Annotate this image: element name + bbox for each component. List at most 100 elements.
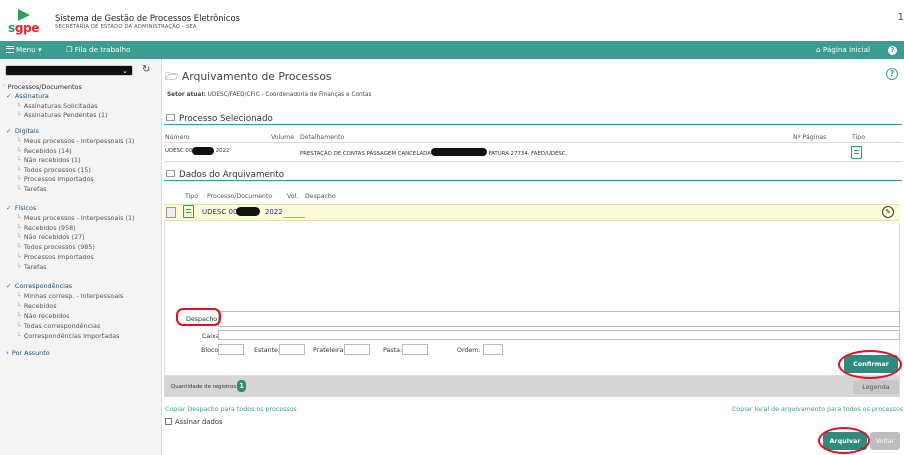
legenda-button[interactable]: Legenda xyxy=(853,380,899,394)
quantidade-badge: 1 xyxy=(237,380,246,392)
highlight-ring-confirmar xyxy=(838,350,902,379)
logo-arrow-icon xyxy=(18,9,30,21)
queue-label: Fila de trabalho xyxy=(74,45,131,54)
sidebar-item-digitais-todos[interactable]: └ Todos processos (15) xyxy=(17,166,91,174)
col-despacho: Despacho xyxy=(305,193,336,200)
logo-gpe: gpe xyxy=(14,21,40,35)
prateleira-label: Prateleira: xyxy=(313,347,346,354)
sidebar-item-fisicos-recebidos[interactable]: └ Recebidos (958) xyxy=(17,224,76,232)
chevron-expanded-icon: ✓ xyxy=(6,204,12,212)
sidebar-item-digitais-meus[interactable]: └ Meus processos - Interpessoais (1) xyxy=(17,137,135,145)
chevron-expanded-icon: ✓ xyxy=(6,282,12,290)
home-label: Página inicial xyxy=(822,45,870,54)
col-detalhamento: Detalhamento xyxy=(300,134,345,141)
chevron-expanded-icon: ✓ xyxy=(6,92,12,100)
sidebar-item-fisicos-importados[interactable]: └ Processos importados xyxy=(17,253,94,261)
prateleira-input[interactable] xyxy=(344,344,370,355)
fila-de-trabalho-link[interactable]: ❐ Fila de trabalho xyxy=(66,45,130,54)
top-navbar: Menu ▾ ❐ Fila de trabalho ⌂ Página inici… xyxy=(0,41,904,59)
sidebar-item-corresp-nao-recebidos[interactable]: └ Não recebidos xyxy=(17,312,70,320)
col-tipo-arq: Tipo xyxy=(185,193,199,200)
navbar-help-button[interactable]: ? xyxy=(888,45,897,55)
assinar-dados-label: Assinar dados xyxy=(175,418,223,426)
sidebar-item-todas-correspondencias[interactable]: └ Todas correspondências xyxy=(17,322,100,330)
sidebar-item-fisicos-meus[interactable]: └ Meus processos - Interpessoais (1) xyxy=(17,214,135,222)
document-type-icon xyxy=(851,146,862,159)
hamburger-icon xyxy=(6,46,14,53)
ordem-input[interactable] xyxy=(483,344,503,355)
chevron-down-icon: ⌄ xyxy=(122,67,128,75)
vol-field[interactable] xyxy=(283,214,305,218)
sidebar-item-corresp-importadas[interactable]: └ Correspondências importadas xyxy=(17,332,119,340)
document-type-icon xyxy=(183,205,194,218)
estante-input[interactable] xyxy=(279,344,305,355)
pagina-inicial-link[interactable]: ⌂ Página inicial xyxy=(816,45,870,54)
question-icon: ? xyxy=(888,46,897,55)
col-processo-documento: Processo/Documento xyxy=(207,193,273,200)
sidebar-root[interactable]: ' Processos/Documentos xyxy=(3,83,82,91)
quantidade-label: Quantidade de registros: xyxy=(171,384,238,390)
sidebar-item-fisicos-todos[interactable]: └ Todos processos (985) xyxy=(17,243,95,251)
sidebar-item-digitais-recebidos[interactable]: └ Recebidos (14) xyxy=(17,147,72,155)
sidebar-item-corresp-recebidos[interactable]: └ Recebidos xyxy=(17,302,57,310)
sidebar-item-fisicos-tarefas[interactable]: └ Tarefas xyxy=(17,263,47,271)
sidebar-item-assinaturas-solicitadas[interactable]: └ Assinaturas Solicitadas xyxy=(17,102,98,110)
page-help-button[interactable]: ? xyxy=(886,68,898,80)
redaction-mark xyxy=(236,207,260,216)
col-vol: Vol. xyxy=(287,193,299,200)
bloco-input[interactable] xyxy=(218,344,244,355)
quantidade-bar xyxy=(164,376,900,397)
copiar-local-link[interactable]: Copiar local de arquivamento para todos … xyxy=(732,406,903,413)
col-paginas: Nº Páginas xyxy=(793,134,827,141)
highlight-ring-despacho xyxy=(176,308,221,326)
sidebar-item-fisicos-nao-recebidos[interactable]: └ Não recebidos (27) xyxy=(17,233,85,241)
col-tipo: Tipo xyxy=(852,134,866,141)
logo-s: s xyxy=(8,21,15,35)
dados-arquivamento-heading: Dados do Arquivamento xyxy=(164,170,902,181)
redaction-mark xyxy=(192,147,214,155)
pasta-label: Pasta: xyxy=(383,347,403,354)
redaction-mark xyxy=(431,148,487,156)
system-name: Sistema de Gestão de Processos Eletrônic… xyxy=(55,13,240,23)
sidebar-item-digitais-nao-recebidos[interactable]: └ Não recebidos (1) xyxy=(17,156,81,164)
chevron-expanded-icon: ✓ xyxy=(6,127,12,135)
setor-label: Setor atual: xyxy=(167,92,206,98)
ordem-label: Ordem: xyxy=(457,347,481,354)
copiar-despacho-link[interactable]: Copiar Despacho para todos os processos xyxy=(165,406,297,413)
caret-down-icon: ▾ xyxy=(38,45,42,54)
setor-atual: Setor atual: UDESC/FAED/CFIC - Coordenad… xyxy=(167,92,372,98)
sidebar-section-digitais[interactable]: ✓ Digitais xyxy=(6,127,39,135)
table-icon xyxy=(166,170,175,177)
sidebar-item-minhas-corresp[interactable]: └ Minhas corresp. - Interpessoais xyxy=(17,292,123,300)
voltar-button[interactable]: Voltar xyxy=(870,432,900,450)
sidebar-section-por-assunto[interactable]: › Por Assunto xyxy=(6,349,50,357)
sgpe-logo[interactable]: sgpe xyxy=(8,9,48,35)
sidebar-section-assinatura[interactable]: ✓ Assinatura xyxy=(6,92,49,100)
menu-button[interactable]: Menu ▾ xyxy=(6,45,42,54)
unit-select[interactable]: ⌄ xyxy=(5,65,133,76)
highlight-ring-arquivar xyxy=(818,427,870,454)
edit-pencil-icon[interactable]: ✎ xyxy=(882,206,894,218)
despacho-input[interactable] xyxy=(218,311,900,327)
home-icon: ⌂ xyxy=(816,45,821,54)
sidebar-section-correspondencias[interactable]: ✓ Correspondências xyxy=(6,282,72,290)
estante-label: Estante: xyxy=(254,347,281,354)
assinar-dados-checkbox[interactable] xyxy=(165,418,172,425)
sidebar-section-fisicos[interactable]: ✓ Físicos xyxy=(6,204,36,212)
copy-icon: ❐ xyxy=(66,45,73,54)
caixa-input[interactable] xyxy=(218,330,900,340)
folder-open-icon: 🗁 xyxy=(165,70,179,83)
page-title: 🗁 Arquivamento de Processos xyxy=(165,70,332,83)
sidebar-item-digitais-importados[interactable]: └ Processos importados xyxy=(17,175,94,183)
secretariat-name: SECRETARIA DE ESTADO DA ADMINISTRAÇÃO - … xyxy=(55,24,197,30)
row-select-box[interactable] xyxy=(166,207,176,218)
sidebar-item-assinaturas-pendentes[interactable]: └ Assinaturas Pendentes (1) xyxy=(17,111,108,119)
col-numero: Número xyxy=(165,134,190,141)
pasta-input[interactable] xyxy=(402,344,428,355)
sidebar-item-digitais-tarefas[interactable]: └ Tarefas xyxy=(17,185,47,193)
table-icon xyxy=(166,114,175,121)
menu-label: Menu xyxy=(16,45,36,54)
chevron-right-icon: › xyxy=(6,349,9,357)
refresh-icon[interactable]: ↻ xyxy=(142,64,150,75)
tree-branch-icon: ' xyxy=(3,83,5,91)
